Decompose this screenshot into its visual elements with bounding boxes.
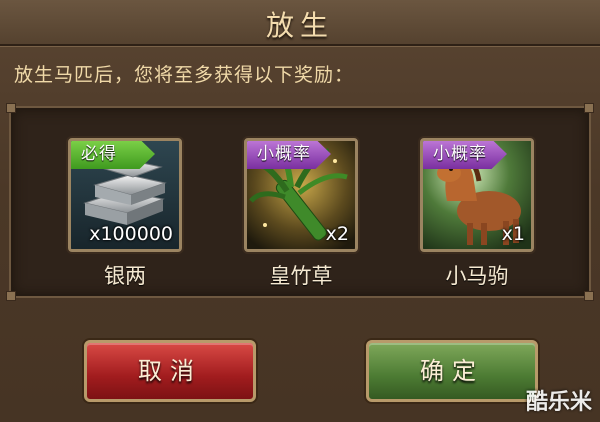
guaranteed-tag: 必得: [71, 141, 155, 169]
reward-card[interactable]: 必得 x100000: [68, 138, 182, 252]
dialog-title: 放生: [265, 9, 334, 42]
reward-item-bamboo-grass[interactable]: 小概率 x2 皇竹草: [244, 138, 360, 298]
confirm-button[interactable]: 确定: [366, 340, 538, 402]
reward-name: 银两: [104, 264, 146, 288]
panel-corner-ornament: [584, 291, 594, 301]
reward-name: 皇竹草: [269, 264, 333, 288]
rare-chance-tag: 小概率: [423, 141, 507, 169]
reward-item-silver[interactable]: 必得 x100000 银两: [68, 138, 184, 298]
release-dialog: 放生 放生马匹后，您将至多获得以下奖励： 必得 x100000 银两 小概率 x…: [0, 0, 600, 422]
watermark: 酷乐米: [525, 390, 592, 415]
reward-card[interactable]: 小概率 x2: [244, 138, 358, 252]
reward-item-pony[interactable]: 小概率 x1 小马驹: [420, 138, 536, 298]
panel-corner-ornament: [6, 291, 16, 301]
cancel-button[interactable]: 取消: [84, 340, 256, 402]
reward-description: 放生马匹后，您将至多获得以下奖励：: [14, 64, 355, 86]
title-bar: 放生: [0, 0, 600, 46]
panel-corner-ornament: [584, 103, 594, 113]
reward-quantity: x100000: [89, 223, 173, 245]
panel-corner-ornament: [6, 103, 16, 113]
reward-panel: 必得 x100000 银两 小概率 x2 皇竹草 小概率 x1 小马驹: [6, 103, 594, 301]
reward-quantity: x1: [501, 223, 525, 245]
reward-name: 小马驹: [445, 264, 509, 288]
reward-quantity: x2: [325, 223, 349, 245]
rare-chance-tag: 小概率: [247, 141, 331, 169]
reward-card[interactable]: 小概率 x1: [420, 138, 534, 252]
